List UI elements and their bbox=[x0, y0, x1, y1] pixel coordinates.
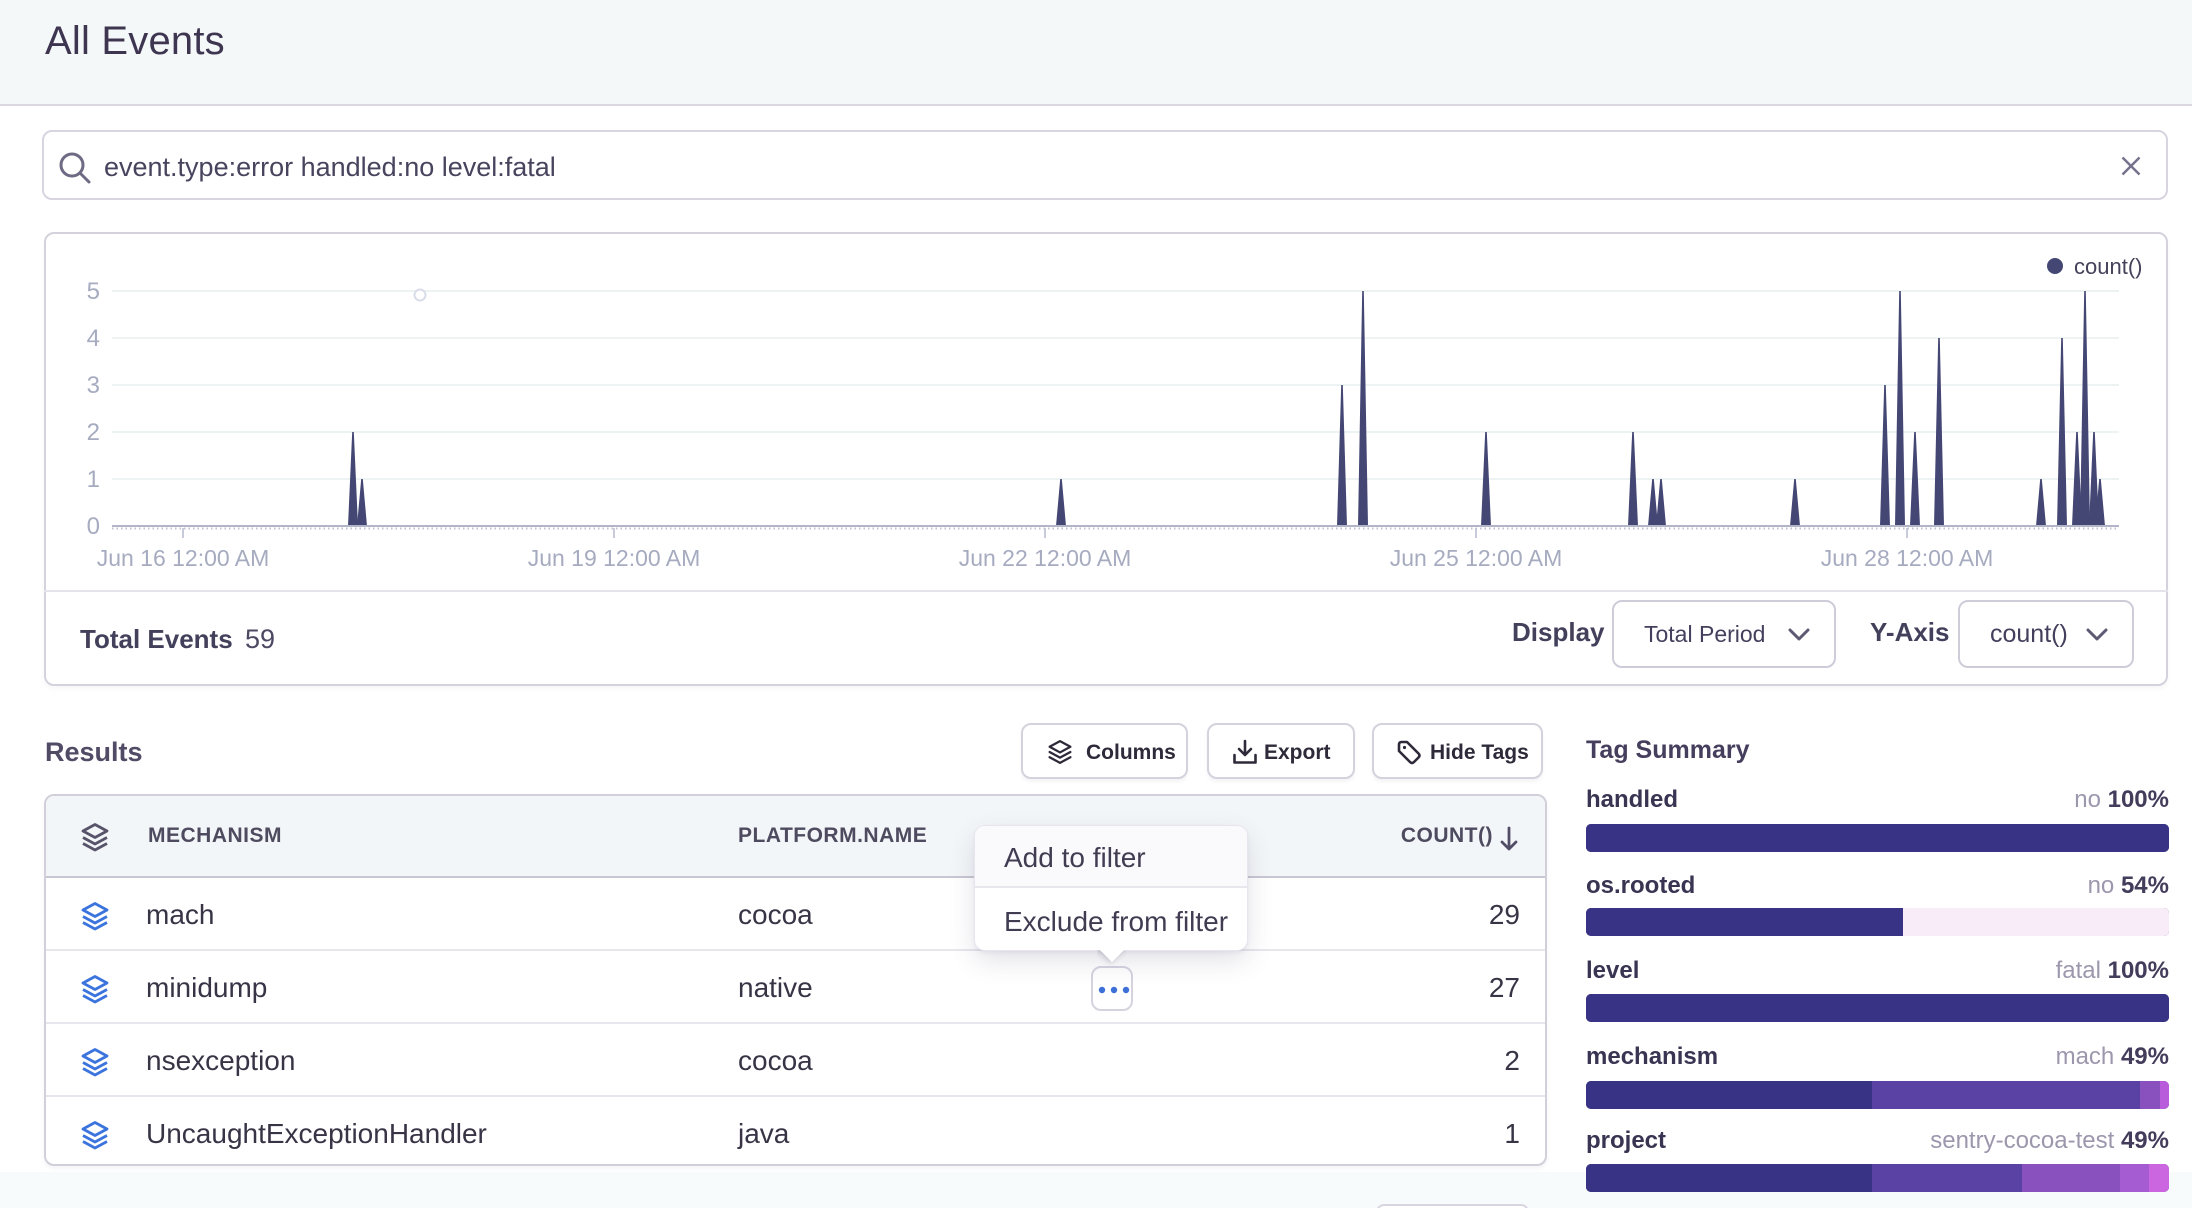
svg-text:4: 4 bbox=[87, 325, 100, 352]
svg-text:3: 3 bbox=[87, 372, 100, 399]
svg-text:0: 0 bbox=[87, 513, 100, 540]
svg-text:5: 5 bbox=[87, 278, 100, 305]
svg-text:Jun 16 12:00 AM: Jun 16 12:00 AM bbox=[97, 545, 270, 571]
svg-text:Jun 25 12:00 AM: Jun 25 12:00 AM bbox=[1390, 545, 1563, 571]
svg-text:Jun 22 12:00 AM: Jun 22 12:00 AM bbox=[959, 545, 1132, 571]
svg-text:Jun 28 12:00 AM: Jun 28 12:00 AM bbox=[1821, 545, 1994, 571]
svg-text:count(): count() bbox=[2074, 254, 2142, 279]
svg-text:1: 1 bbox=[87, 466, 100, 493]
svg-text:2: 2 bbox=[87, 419, 100, 446]
svg-text:Jun 19 12:00 AM: Jun 19 12:00 AM bbox=[528, 545, 701, 571]
